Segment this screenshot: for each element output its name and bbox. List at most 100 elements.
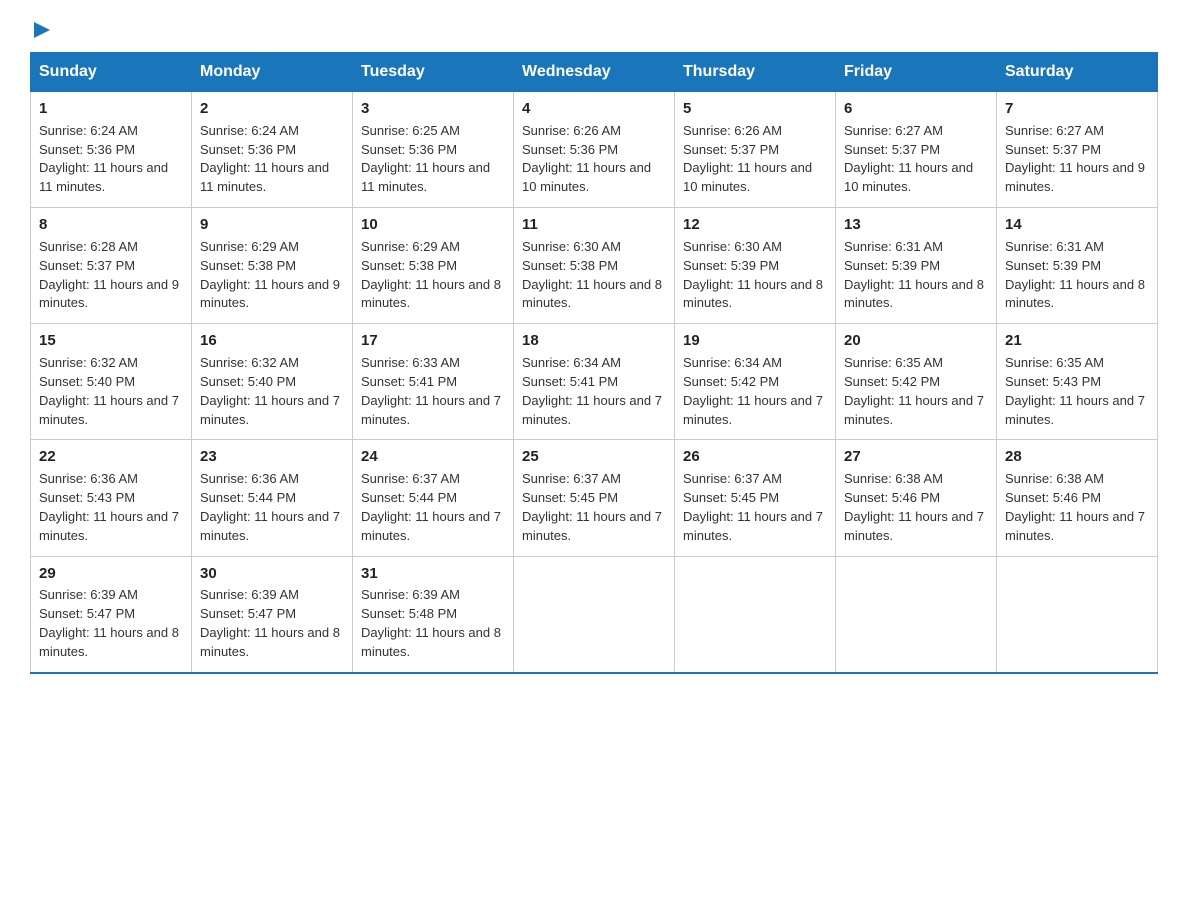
header-tuesday: Tuesday	[353, 53, 514, 92]
day-info: Sunrise: 6:28 AMSunset: 5:37 PMDaylight:…	[39, 239, 179, 311]
day-info: Sunrise: 6:26 AMSunset: 5:37 PMDaylight:…	[683, 123, 812, 195]
day-number: 3	[361, 98, 505, 120]
day-info: Sunrise: 6:37 AMSunset: 5:45 PMDaylight:…	[683, 471, 823, 543]
calendar-week-row: 1Sunrise: 6:24 AMSunset: 5:36 PMDaylight…	[31, 92, 1158, 208]
day-info: Sunrise: 6:32 AMSunset: 5:40 PMDaylight:…	[39, 355, 179, 427]
day-number: 12	[683, 214, 827, 236]
day-number: 22	[39, 446, 183, 468]
calendar-cell: 13 Sunrise: 6:31 AMSunset: 5:39 PMDayligh…	[836, 208, 997, 324]
day-info: Sunrise: 6:32 AMSunset: 5:40 PMDaylight:…	[200, 355, 340, 427]
calendar-cell	[997, 556, 1158, 673]
day-number: 5	[683, 98, 827, 120]
day-number: 29	[39, 563, 183, 585]
calendar-cell: 3 Sunrise: 6:25 AMSunset: 5:36 PMDaylight…	[353, 92, 514, 208]
calendar-cell: 9 Sunrise: 6:29 AMSunset: 5:38 PMDaylight…	[192, 208, 353, 324]
calendar-cell: 19 Sunrise: 6:34 AMSunset: 5:42 PMDayligh…	[675, 324, 836, 440]
header-wednesday: Wednesday	[514, 53, 675, 92]
logo-arrow-icon	[32, 20, 52, 40]
day-number: 6	[844, 98, 988, 120]
day-number: 17	[361, 330, 505, 352]
day-number: 23	[200, 446, 344, 468]
calendar-cell: 28 Sunrise: 6:38 AMSunset: 5:46 PMDayligh…	[997, 440, 1158, 556]
day-info: Sunrise: 6:30 AMSunset: 5:38 PMDaylight:…	[522, 239, 662, 311]
page-header	[30, 20, 1158, 36]
day-info: Sunrise: 6:35 AMSunset: 5:42 PMDaylight:…	[844, 355, 984, 427]
header-sunday: Sunday	[31, 53, 192, 92]
calendar-cell: 4 Sunrise: 6:26 AMSunset: 5:36 PMDaylight…	[514, 92, 675, 208]
day-info: Sunrise: 6:37 AMSunset: 5:45 PMDaylight:…	[522, 471, 662, 543]
day-info: Sunrise: 6:36 AMSunset: 5:43 PMDaylight:…	[39, 471, 179, 543]
day-number: 28	[1005, 446, 1149, 468]
day-number: 2	[200, 98, 344, 120]
day-info: Sunrise: 6:27 AMSunset: 5:37 PMDaylight:…	[1005, 123, 1145, 195]
day-number: 16	[200, 330, 344, 352]
day-info: Sunrise: 6:31 AMSunset: 5:39 PMDaylight:…	[1005, 239, 1145, 311]
calendar-cell: 17 Sunrise: 6:33 AMSunset: 5:41 PMDayligh…	[353, 324, 514, 440]
calendar-cell: 1Sunrise: 6:24 AMSunset: 5:36 PMDaylight…	[31, 92, 192, 208]
day-number: 25	[522, 446, 666, 468]
calendar-cell: 24 Sunrise: 6:37 AMSunset: 5:44 PMDayligh…	[353, 440, 514, 556]
calendar-cell	[675, 556, 836, 673]
calendar-cell: 20Sunrise: 6:35 AMSunset: 5:42 PMDayligh…	[836, 324, 997, 440]
day-number: 19	[683, 330, 827, 352]
day-number: 4	[522, 98, 666, 120]
calendar-week-row: 15 Sunrise: 6:32 AMSunset: 5:40 PMDayligh…	[31, 324, 1158, 440]
calendar-cell: 11Sunrise: 6:30 AMSunset: 5:38 PMDayligh…	[514, 208, 675, 324]
calendar-cell: 31Sunrise: 6:39 AMSunset: 5:48 PMDayligh…	[353, 556, 514, 673]
header-friday: Friday	[836, 53, 997, 92]
day-number: 14	[1005, 214, 1149, 236]
day-info: Sunrise: 6:36 AMSunset: 5:44 PMDaylight:…	[200, 471, 340, 543]
calendar-cell: 22 Sunrise: 6:36 AMSunset: 5:43 PMDayligh…	[31, 440, 192, 556]
day-info: Sunrise: 6:39 AMSunset: 5:47 PMDaylight:…	[39, 587, 179, 659]
logo	[30, 20, 52, 36]
day-number: 18	[522, 330, 666, 352]
day-number: 26	[683, 446, 827, 468]
calendar-cell: 21 Sunrise: 6:35 AMSunset: 5:43 PMDayligh…	[997, 324, 1158, 440]
day-info: Sunrise: 6:30 AMSunset: 5:39 PMDaylight:…	[683, 239, 823, 311]
day-info: Sunrise: 6:39 AMSunset: 5:48 PMDaylight:…	[361, 587, 501, 659]
day-number: 30	[200, 563, 344, 585]
calendar-cell: 5 Sunrise: 6:26 AMSunset: 5:37 PMDaylight…	[675, 92, 836, 208]
day-info: Sunrise: 6:34 AMSunset: 5:42 PMDaylight:…	[683, 355, 823, 427]
calendar-cell: 10Sunrise: 6:29 AMSunset: 5:38 PMDayligh…	[353, 208, 514, 324]
day-number: 9	[200, 214, 344, 236]
day-number: 7	[1005, 98, 1149, 120]
day-info: Sunrise: 6:29 AMSunset: 5:38 PMDaylight:…	[200, 239, 340, 311]
calendar-cell: 27Sunrise: 6:38 AMSunset: 5:46 PMDayligh…	[836, 440, 997, 556]
calendar-cell: 2Sunrise: 6:24 AMSunset: 5:36 PMDaylight…	[192, 92, 353, 208]
calendar-header-row: SundayMondayTuesdayWednesdayThursdayFrid…	[31, 53, 1158, 92]
day-info: Sunrise: 6:31 AMSunset: 5:39 PMDaylight:…	[844, 239, 984, 311]
calendar-cell: 14 Sunrise: 6:31 AMSunset: 5:39 PMDayligh…	[997, 208, 1158, 324]
header-thursday: Thursday	[675, 53, 836, 92]
day-number: 13	[844, 214, 988, 236]
header-monday: Monday	[192, 53, 353, 92]
calendar-cell: 15 Sunrise: 6:32 AMSunset: 5:40 PMDayligh…	[31, 324, 192, 440]
calendar-cell: 8 Sunrise: 6:28 AMSunset: 5:37 PMDaylight…	[31, 208, 192, 324]
calendar-cell	[514, 556, 675, 673]
day-info: Sunrise: 6:27 AMSunset: 5:37 PMDaylight:…	[844, 123, 973, 195]
day-number: 8	[39, 214, 183, 236]
calendar-week-row: 8 Sunrise: 6:28 AMSunset: 5:37 PMDaylight…	[31, 208, 1158, 324]
day-info: Sunrise: 6:39 AMSunset: 5:47 PMDaylight:…	[200, 587, 340, 659]
day-number: 31	[361, 563, 505, 585]
calendar-cell: 25 Sunrise: 6:37 AMSunset: 5:45 PMDayligh…	[514, 440, 675, 556]
calendar-cell: 18 Sunrise: 6:34 AMSunset: 5:41 PMDayligh…	[514, 324, 675, 440]
day-number: 21	[1005, 330, 1149, 352]
day-number: 24	[361, 446, 505, 468]
day-info: Sunrise: 6:25 AMSunset: 5:36 PMDaylight:…	[361, 123, 490, 195]
day-info: Sunrise: 6:33 AMSunset: 5:41 PMDaylight:…	[361, 355, 501, 427]
day-info: Sunrise: 6:24 AMSunset: 5:36 PMDaylight:…	[39, 123, 168, 195]
day-info: Sunrise: 6:35 AMSunset: 5:43 PMDaylight:…	[1005, 355, 1145, 427]
day-info: Sunrise: 6:29 AMSunset: 5:38 PMDaylight:…	[361, 239, 501, 311]
day-info: Sunrise: 6:34 AMSunset: 5:41 PMDaylight:…	[522, 355, 662, 427]
calendar-cell: 16 Sunrise: 6:32 AMSunset: 5:40 PMDayligh…	[192, 324, 353, 440]
calendar-table: SundayMondayTuesdayWednesdayThursdayFrid…	[30, 52, 1158, 674]
day-info: Sunrise: 6:37 AMSunset: 5:44 PMDaylight:…	[361, 471, 501, 543]
day-number: 15	[39, 330, 183, 352]
day-info: Sunrise: 6:38 AMSunset: 5:46 PMDaylight:…	[1005, 471, 1145, 543]
day-info: Sunrise: 6:26 AMSunset: 5:36 PMDaylight:…	[522, 123, 651, 195]
calendar-cell: 29Sunrise: 6:39 AMSunset: 5:47 PMDayligh…	[31, 556, 192, 673]
calendar-cell: 26 Sunrise: 6:37 AMSunset: 5:45 PMDayligh…	[675, 440, 836, 556]
calendar-cell: 30Sunrise: 6:39 AMSunset: 5:47 PMDayligh…	[192, 556, 353, 673]
calendar-week-row: 29Sunrise: 6:39 AMSunset: 5:47 PMDayligh…	[31, 556, 1158, 673]
